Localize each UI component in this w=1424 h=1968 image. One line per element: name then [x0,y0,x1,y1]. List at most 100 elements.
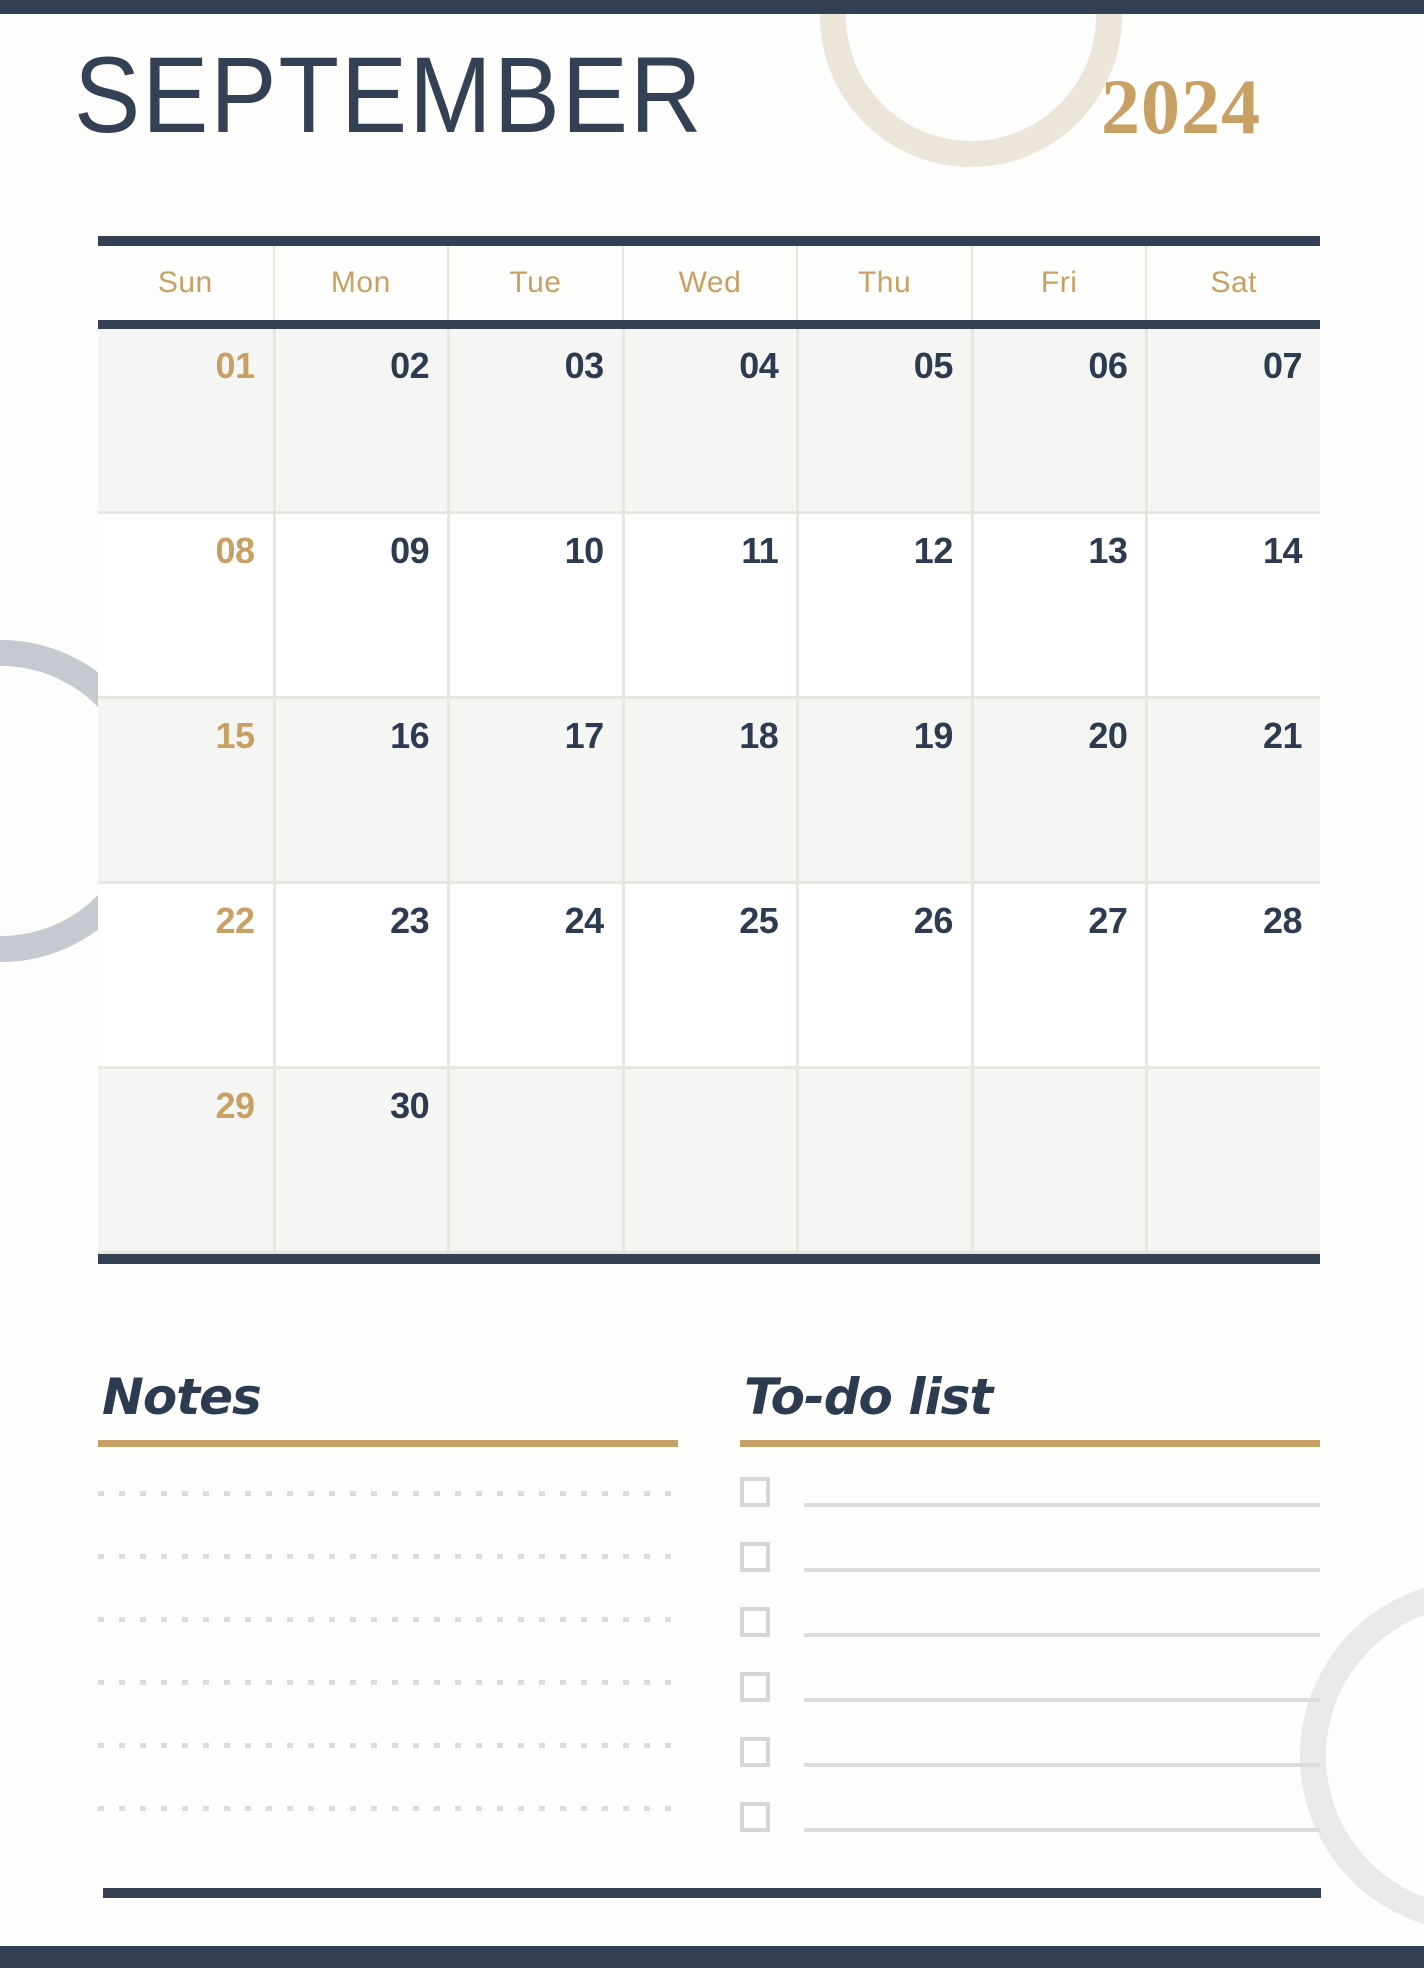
day-cell-07[interactable]: 07 [1145,329,1320,511]
notes-writing-area[interactable] [98,1491,678,1811]
weekday-header-sun: Sun [157,266,213,299]
page-bottom-bar [0,1946,1424,1968]
day-cell-06[interactable]: 06 [970,329,1146,511]
day-cell-15[interactable]: 15 [98,699,273,881]
day-cell-24[interactable]: 24 [447,884,622,1066]
todo-row [740,1475,1320,1509]
page-top-bar [0,0,1424,14]
day-number: 03 [564,345,605,386]
day-cell-03[interactable]: 03 [447,329,622,511]
day-number: 07 [1262,345,1303,386]
day-number: 15 [215,715,256,756]
day-cell-26[interactable]: 26 [796,884,971,1066]
todo-title: To-do list [744,1368,993,1426]
day-cell-empty [970,1069,1146,1251]
day-number: 13 [1088,530,1128,571]
notes-panel: Notes [98,1368,678,1838]
day-cell-12[interactable]: 12 [796,514,971,696]
todo-checkbox[interactable] [740,1672,770,1702]
todo-write-line[interactable] [804,1828,1320,1832]
todo-checkbox[interactable] [740,1802,770,1832]
day-number: 30 [390,1085,430,1126]
day-cell-20[interactable]: 20 [970,699,1146,881]
footer-rule [103,1888,1321,1898]
day-number: 28 [1262,900,1303,941]
weekday-header-wed: Wed [621,246,797,320]
day-cell-13[interactable]: 13 [970,514,1146,696]
day-cell-30[interactable]: 30 [272,1069,448,1251]
day-cell-08[interactable]: 08 [98,514,273,696]
todo-checkbox[interactable] [740,1477,770,1507]
day-cell-19[interactable]: 19 [796,699,971,881]
day-number: 23 [390,900,430,941]
day-number: 24 [564,900,605,941]
day-cell-02[interactable]: 02 [272,329,448,511]
day-number: 19 [913,715,954,756]
calendar-week-row: 29 30 [98,1069,1320,1254]
day-number: 14 [1262,530,1303,571]
day-cell-01[interactable]: 01 [98,329,273,511]
day-cell-14[interactable]: 14 [1145,514,1320,696]
day-number: 25 [739,900,779,941]
todo-checkbox[interactable] [740,1737,770,1767]
day-number: 12 [913,530,954,571]
calendar-bottom-rule [98,1254,1320,1264]
todo-write-line[interactable] [804,1568,1320,1572]
page-header: SEPTEMBER 2024 [0,36,1424,166]
day-cell-empty [621,1069,797,1251]
todo-checkbox[interactable] [740,1542,770,1572]
day-cell-empty [447,1069,622,1251]
day-cell-11[interactable]: 11 [621,514,797,696]
notes-dotted-line[interactable] [98,1617,678,1622]
day-number: 27 [1088,900,1128,941]
day-cell-empty [1145,1069,1320,1251]
day-cell-10[interactable]: 10 [447,514,622,696]
notes-dotted-line[interactable] [98,1743,678,1748]
day-number: 22 [215,900,256,941]
day-cell-17[interactable]: 17 [447,699,622,881]
day-cell-04[interactable]: 04 [621,329,797,511]
day-cell-05[interactable]: 05 [796,329,971,511]
month-title: SEPTEMBER [74,34,704,155]
day-cell-empty [796,1069,971,1251]
day-cell-18[interactable]: 18 [621,699,797,881]
day-cell-16[interactable]: 16 [272,699,448,881]
weekday-header-fri: Fri [970,246,1146,320]
todo-write-line[interactable] [804,1503,1320,1507]
todo-write-line[interactable] [804,1633,1320,1637]
day-number: 29 [215,1085,256,1126]
day-cell-22[interactable]: 22 [98,884,273,1066]
weekday-header-sat: Sat [1145,246,1320,320]
weekday-header-tue: Tue [447,246,622,320]
calendar-mid-rule [98,320,1320,329]
day-cell-09[interactable]: 09 [272,514,448,696]
todo-write-line[interactable] [804,1698,1320,1702]
calendar-weeks: 01 02 03 04 05 06 07 08 09 10 11 12 13 14 15 16 17 18 19 20… [98,329,1320,1254]
day-cell-21[interactable]: 21 [1145,699,1320,881]
day-number: 11 [741,530,779,571]
day-cell-29[interactable]: 29 [98,1069,273,1251]
todo-checkbox[interactable] [740,1607,770,1637]
day-number: 20 [1088,715,1128,756]
day-cell-23[interactable]: 23 [272,884,448,1066]
todo-write-line[interactable] [804,1763,1320,1767]
year-title: 2024 [1101,64,1261,150]
day-cell-28[interactable]: 28 [1145,884,1320,1066]
todo-row [740,1670,1320,1704]
calendar-week-row: 22 23 24 25 26 27 28 [98,884,1320,1069]
todo-row [740,1540,1320,1574]
day-number: 17 [564,715,605,756]
calendar-grid: Sun Mon Tue Wed Thu Fri Sat 01 02 03 04 05 06 07 08 09… [98,236,1320,1264]
day-cell-27[interactable]: 27 [970,884,1146,1066]
calendar-week-row: 15 16 17 18 19 20 21 [98,699,1320,884]
todo-panel: To-do list [740,1368,1320,1838]
todo-underline [740,1440,1320,1447]
calendar-page: SEPTEMBER 2024 Sun Mon Tue Wed Thu Fri Sat 01 0… [0,0,1424,1968]
notes-dotted-line[interactable] [98,1491,678,1496]
day-number: 05 [913,345,954,386]
notes-dotted-line[interactable] [98,1554,678,1559]
day-cell-25[interactable]: 25 [621,884,797,1066]
notes-dotted-line[interactable] [98,1680,678,1685]
notes-title: Notes [102,1368,262,1426]
notes-dotted-line[interactable] [98,1806,678,1811]
